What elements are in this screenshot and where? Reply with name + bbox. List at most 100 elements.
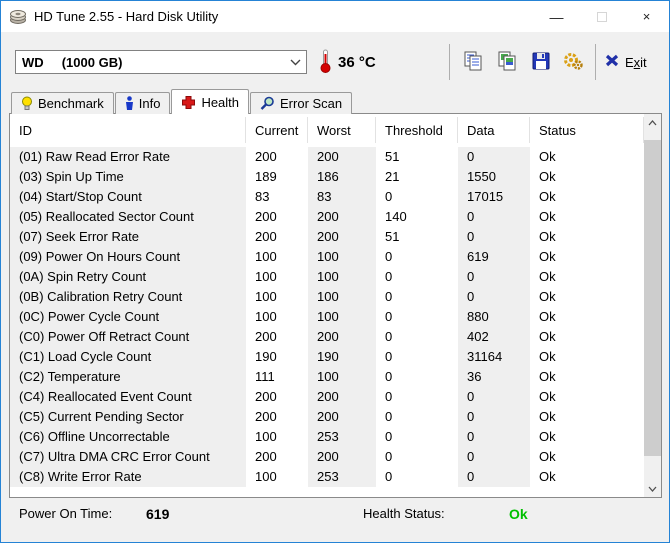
exit-button[interactable]: Exit <box>605 50 647 74</box>
cell-worst: 200 <box>308 147 376 167</box>
cell-current: 200 <box>255 449 277 464</box>
cell-threshold: 0 <box>385 289 393 304</box>
table-row[interactable]: (C1) Load Cycle Count 190 190 0 31164 Ok <box>10 347 644 367</box>
cell-data: 0 <box>458 407 530 427</box>
cell-current: 83 <box>255 189 270 204</box>
cell-worst: 200 <box>308 387 376 407</box>
column-header-worst[interactable]: Worst <box>308 117 376 143</box>
save-icon <box>530 50 552 75</box>
cell-data: 0 <box>458 207 530 227</box>
cell-current: 200 <box>255 409 277 424</box>
cell-id: (07) Seek Error Rate <box>10 227 246 247</box>
cell-id: (C4) Reallocated Event Count <box>10 387 246 407</box>
scroll-up-icon[interactable] <box>644 114 661 131</box>
save-button[interactable] <box>526 48 556 76</box>
vertical-scrollbar[interactable] <box>644 114 661 497</box>
thermometer-icon <box>319 48 332 77</box>
cell-data: 0 <box>458 227 530 247</box>
column-header-id[interactable]: ID <box>10 117 246 143</box>
tab-bar: Benchmark Info Health Error Scan <box>11 89 353 114</box>
cell-current: 189 <box>255 169 277 184</box>
cell-threshold: 0 <box>385 409 393 424</box>
drive-select[interactable]: WD (1000 GB) <box>15 50 307 74</box>
table-row[interactable]: (07) Seek Error Rate 200 200 51 0 Ok <box>10 227 644 247</box>
cell-status: Ok <box>539 469 556 484</box>
cell-worst: 100 <box>308 367 376 387</box>
column-header-current[interactable]: Current <box>246 117 308 143</box>
cell-threshold: 0 <box>385 369 393 384</box>
minimize-button[interactable]: — <box>534 1 579 32</box>
cell-current: 100 <box>255 309 277 324</box>
cell-data: 0 <box>458 267 530 287</box>
cell-data: 0 <box>458 467 530 487</box>
cell-worst: 186 <box>308 167 376 187</box>
cell-status: Ok <box>539 349 556 364</box>
cell-worst: 100 <box>308 307 376 327</box>
table-row[interactable]: (C7) Ultra DMA CRC Error Count 200 200 0 0 Ok <box>10 447 644 467</box>
table-row[interactable]: (0B) Calibration Retry Count 100 100 0 0 Ok <box>10 287 644 307</box>
cell-id: (09) Power On Hours Count <box>10 247 246 267</box>
cell-threshold: 51 <box>385 229 400 244</box>
tab-benchmark[interactable]: Benchmark <box>11 92 114 114</box>
table-row[interactable]: (0C) Power Cycle Count 100 100 0 880 Ok <box>10 307 644 327</box>
copy-text-button[interactable] <box>458 48 488 76</box>
column-header-data[interactable]: Data <box>458 117 530 143</box>
cell-status: Ok <box>539 329 556 344</box>
cell-id: (0A) Spin Retry Count <box>10 267 246 287</box>
tab-health[interactable]: Health <box>171 89 250 114</box>
copy-text-icon <box>462 50 484 75</box>
options-button[interactable] <box>558 48 588 76</box>
cell-worst: 253 <box>308 467 376 487</box>
table-row[interactable]: (09) Power On Hours Count 100 100 0 619 Ok <box>10 247 644 267</box>
cell-worst: 83 <box>308 187 376 207</box>
cell-data: 402 <box>458 327 530 347</box>
tab-error-scan[interactable]: Error Scan <box>250 92 353 114</box>
copy-image-button[interactable] <box>492 48 522 76</box>
exit-label: Exit <box>625 54 647 70</box>
cell-threshold: 0 <box>385 469 393 484</box>
maximize-icon <box>596 11 607 22</box>
cell-data: 619 <box>458 247 530 267</box>
cell-threshold: 0 <box>385 329 393 344</box>
scroll-down-icon[interactable] <box>644 480 661 497</box>
cell-current: 190 <box>255 349 277 364</box>
magnifier-icon <box>260 96 275 111</box>
cell-id: (C7) Ultra DMA CRC Error Count <box>10 447 246 467</box>
status-bar: Power On Time: 619 Health Status: Ok <box>1 498 669 542</box>
health-status-value: Ok <box>509 506 528 522</box>
cell-status: Ok <box>539 149 556 164</box>
cell-status: Ok <box>539 209 556 224</box>
column-header-status[interactable]: Status <box>530 117 644 143</box>
table-row[interactable]: (C4) Reallocated Event Count 200 200 0 0 Ok <box>10 387 644 407</box>
tab-info[interactable]: Info <box>114 92 171 114</box>
cell-worst: 200 <box>308 207 376 227</box>
close-button[interactable]: × <box>624 1 669 32</box>
table-row[interactable]: (04) Start/Stop Count 83 83 0 17015 Ok <box>10 187 644 207</box>
maximize-button[interactable] <box>579 1 624 32</box>
column-header-threshold[interactable]: Threshold <box>376 117 458 143</box>
table-row[interactable]: (C8) Write Error Rate 100 253 0 0 Ok <box>10 467 644 487</box>
scrollbar-thumb[interactable] <box>644 140 661 456</box>
cell-data: 0 <box>458 427 530 447</box>
cell-id: (C5) Current Pending Sector <box>10 407 246 427</box>
cell-threshold: 0 <box>385 189 393 204</box>
cell-id: (03) Spin Up Time <box>10 167 246 187</box>
options-icon <box>562 50 584 75</box>
app-icon <box>9 9 27 25</box>
cell-current: 111 <box>255 369 275 384</box>
cell-worst: 100 <box>308 247 376 267</box>
table-row[interactable]: (C0) Power Off Retract Count 200 200 0 402 Ok <box>10 327 644 347</box>
table-row[interactable]: (0A) Spin Retry Count 100 100 0 0 Ok <box>10 267 644 287</box>
cell-current: 100 <box>255 469 277 484</box>
health-status-label: Health Status: <box>363 506 445 521</box>
cell-data: 31164 <box>458 347 530 367</box>
table-row[interactable]: (03) Spin Up Time 189 186 21 1550 Ok <box>10 167 644 187</box>
table-row[interactable]: (C2) Temperature 111 100 0 36 Ok <box>10 367 644 387</box>
cell-threshold: 140 <box>385 209 407 224</box>
table-row[interactable]: (C6) Offline Uncorrectable 100 253 0 0 Ok <box>10 427 644 447</box>
table-row[interactable]: (05) Reallocated Sector Count 200 200 140 0 O… <box>10 207 644 227</box>
table-row[interactable]: (C5) Current Pending Sector 200 200 0 0 Ok <box>10 407 644 427</box>
cell-data: 0 <box>458 287 530 307</box>
cell-data: 36 <box>458 367 530 387</box>
table-row[interactable]: (01) Raw Read Error Rate 200 200 51 0 Ok <box>10 147 644 167</box>
